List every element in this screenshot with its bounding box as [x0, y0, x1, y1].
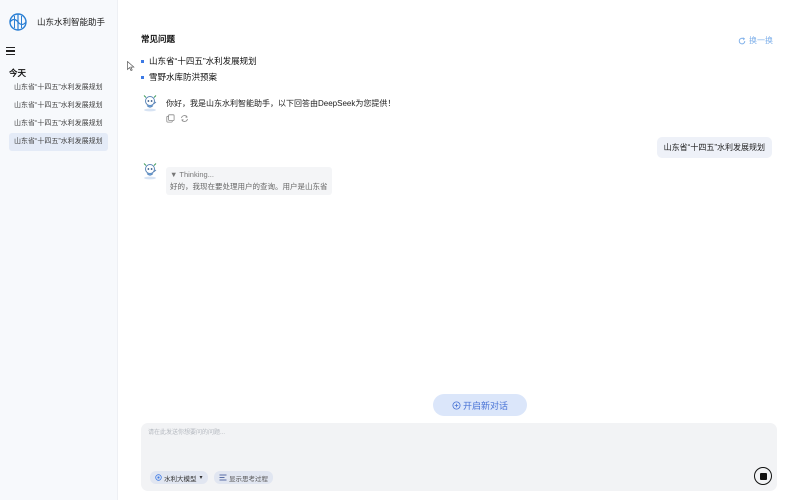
message-input[interactable]: [148, 427, 748, 457]
faq-title: 常见问题: [141, 34, 176, 44]
brand: 山东水利智能助手: [8, 13, 105, 31]
new-chat-button[interactable]: 开启新对话: [433, 394, 527, 416]
history-item[interactable]: 山东省“十四五”水利发展规划: [9, 79, 108, 97]
faq-item-label: 雪野水库防洪预案: [149, 71, 218, 82]
user-message: 山东省“十四五”水利发展规划: [656, 137, 772, 158]
show-thinking-label: 显示思考过程: [229, 475, 268, 483]
faq-item-label: 山东省“十四五”水利发展规划: [149, 55, 257, 66]
faq-list: 山东省“十四五”水利发展规划 雪野水库防洪预案: [141, 53, 257, 85]
app-title: 山东水利智能助手: [37, 17, 106, 27]
logo-icon: [9, 13, 27, 31]
bullet-icon: [141, 59, 144, 63]
model-select[interactable]: 水利大模型 ▾: [150, 471, 208, 484]
faq-item[interactable]: 山东省“十四五”水利发展规划: [141, 53, 257, 69]
menu-icon[interactable]: [6, 47, 15, 56]
stop-icon: [759, 472, 767, 480]
chevron-down-icon: ▾: [199, 475, 203, 481]
thinking-text: 好的，我现在要处理用户的查询。用户是山东省: [170, 182, 328, 191]
list-icon: [219, 474, 227, 481]
stop-button[interactable]: [754, 467, 772, 485]
new-chat-label: 开启新对话: [462, 400, 508, 411]
mouse-cursor-icon: [127, 61, 135, 71]
composer: 水利大模型 ▾ 显示思考过程: [141, 423, 777, 491]
history-list: 山东省“十四五”水利发展规划 山东省“十四五”水利发展规划 山东省“十四五”水利…: [9, 79, 108, 151]
history-item[interactable]: 山东省“十四五”水利发展规划: [9, 115, 108, 133]
model-icon: [155, 474, 162, 481]
assistant-avatar: [141, 94, 159, 112]
refresh-button[interactable]: 换一换: [738, 35, 773, 46]
model-label: 水利大模型: [164, 475, 197, 483]
show-thinking-toggle[interactable]: 显示思考过程: [214, 471, 273, 484]
thinking-toggle[interactable]: ▼ Thinking...: [170, 170, 328, 179]
regenerate-icon[interactable]: [180, 114, 189, 123]
refresh-label: 换一换: [749, 36, 773, 45]
robot-icon: [143, 95, 157, 112]
history-section-today: 今天: [9, 68, 27, 78]
history-item-active[interactable]: 山东省“十四五”水利发展规划: [9, 133, 108, 151]
copy-icon[interactable]: [166, 114, 175, 123]
faq-item[interactable]: 雪野水库防洪预案: [141, 69, 257, 85]
assistant-greeting: 你好，我是山东水利智能助手，以下回答由DeepSeek为您提供！: [166, 99, 396, 108]
message-actions: [166, 114, 189, 123]
bullet-icon: [141, 75, 144, 79]
history-item[interactable]: 山东省“十四五”水利发展规划: [9, 97, 108, 115]
robot-icon: [143, 163, 157, 180]
assistant-avatar: [141, 162, 159, 180]
refresh-icon: [738, 36, 746, 44]
sidebar: 山东水利智能助手 今天 山东省“十四五”水利发展规划 山东省“十四五”水利发展规…: [0, 0, 118, 500]
thinking-panel: ▼ Thinking... 好的，我现在要处理用户的查询。用户是山东省: [166, 167, 332, 195]
plus-circle-icon: [452, 400, 461, 410]
